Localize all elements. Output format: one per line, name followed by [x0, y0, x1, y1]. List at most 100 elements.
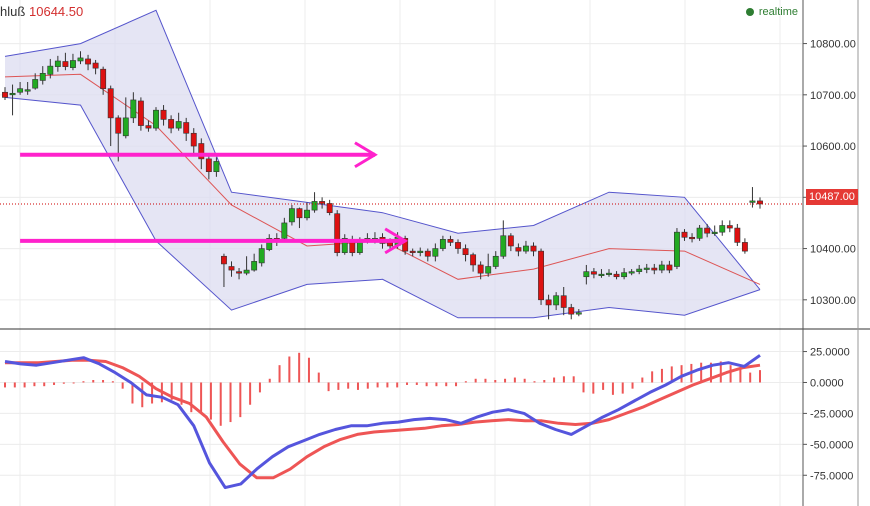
candle-body: [507, 235, 514, 247]
macd-signal-line: [5, 358, 761, 480]
macd-histogram-bar: [415, 382, 418, 385]
candle-body: [621, 272, 628, 278]
macd-histogram-bar: [621, 382, 624, 394]
candle-body: [122, 117, 129, 137]
macd-histogram-bar: [592, 382, 595, 394]
macd-histogram-bar: [111, 381, 114, 383]
macd-histogram-bar: [641, 377, 644, 383]
macd-histogram-bar: [504, 378, 507, 383]
candle-body: [107, 88, 114, 119]
macd-histogram-bar: [72, 382, 75, 384]
candle-body: [236, 271, 242, 274]
macd-histogram-bar: [651, 371, 654, 383]
candle-body: [530, 245, 537, 252]
macd-histogram-bar: [425, 382, 428, 387]
macd-histogram-bar: [190, 382, 193, 413]
macd-histogram-bar: [327, 382, 330, 392]
macd-histogram-bar: [562, 376, 565, 383]
candle-body: [334, 213, 341, 253]
macd-histogram-bar: [386, 382, 389, 388]
candle-body: [704, 227, 711, 234]
candle-body: [32, 79, 39, 89]
macd-histogram-bar: [317, 372, 320, 383]
candle-body: [523, 245, 529, 252]
macd-histogram-bar: [33, 382, 36, 387]
candle-body: [492, 255, 499, 267]
macd-histogram-bar: [474, 378, 477, 383]
price-tick-label: 10800.00: [810, 39, 856, 51]
macd-histogram-bar: [229, 382, 232, 423]
candle-body: [70, 60, 76, 68]
candle-body: [575, 312, 582, 315]
macd-histogram-bar: [278, 365, 281, 383]
macd-histogram-bar: [13, 382, 16, 388]
candle-body: [319, 201, 326, 204]
candle-body: [39, 72, 46, 81]
macd-histogram-bar: [533, 381, 536, 383]
candle-body: [424, 250, 431, 257]
macd-tick-label: -50.0000: [810, 439, 853, 451]
macd-histogram-bar: [102, 380, 105, 383]
candle-body: [296, 208, 303, 219]
macd-histogram-bar: [759, 370, 761, 383]
macd-histogram-bar: [376, 382, 379, 388]
macd-histogram-bar: [298, 352, 301, 383]
macd-histogram-bar: [729, 365, 732, 383]
macd-tick-label: 0.0000: [810, 377, 844, 389]
candle-body: [538, 250, 544, 301]
candle-body: [545, 299, 552, 306]
macd-histogram-bar: [121, 382, 124, 389]
macd-histogram-bar: [62, 382, 65, 384]
realtime-label: realtime: [758, 6, 798, 18]
candle-body: [726, 225, 733, 229]
candle-body: [757, 200, 763, 205]
macd-histogram-bar: [43, 382, 46, 387]
candle-body: [9, 92, 16, 96]
macd-histogram-bar: [347, 382, 350, 389]
macd-histogram-bar: [288, 356, 291, 383]
candle-body: [251, 261, 258, 271]
macd-histogram-bar: [435, 382, 438, 387]
candle-body: [153, 109, 159, 129]
macd-histogram-bar: [366, 382, 369, 389]
candle-body: [485, 266, 492, 274]
candle-body: [281, 222, 288, 239]
candle-body: [205, 158, 212, 172]
chart-stage: 10300.0010400.0010500.0010600.0010700.00…: [0, 0, 870, 506]
realtime-dot-icon: [745, 8, 754, 17]
macd-tick-label: -25.0000: [810, 408, 853, 420]
candle-body: [175, 121, 182, 129]
candle-body: [2, 91, 8, 98]
candle-body: [741, 242, 748, 252]
macd-histogram-bar: [141, 382, 144, 408]
candle-body: [681, 231, 688, 238]
macd-histogram-bar: [523, 378, 526, 383]
price-tick-label: 10400.00: [810, 244, 856, 256]
candle-body: [100, 68, 107, 89]
candle-body: [417, 250, 424, 253]
candle-body: [447, 239, 454, 243]
macd-histogram-bar: [749, 372, 752, 383]
candle-body: [77, 57, 84, 62]
candle-body: [666, 264, 673, 271]
candle-body: [258, 248, 265, 264]
chart-svg: 10300.0010400.0010500.0010600.0010700.00…: [0, 0, 870, 506]
candle-body: [115, 117, 122, 134]
candle-body: [304, 209, 310, 219]
candle-body: [674, 231, 680, 267]
candle-body: [749, 200, 756, 203]
candle-body: [711, 231, 718, 234]
candle-body: [213, 161, 220, 172]
candle-body: [432, 248, 439, 257]
macd-histogram-bar: [337, 382, 340, 390]
candle-body: [568, 307, 575, 315]
candle-body: [560, 295, 567, 308]
macd-histogram-bar: [582, 382, 585, 393]
candle-body: [590, 271, 597, 275]
macd-histogram-bar: [239, 382, 242, 418]
candle-body: [47, 65, 54, 75]
realtime-indicator[interactable]: realtime: [745, 6, 798, 18]
macd-histogram-bar: [268, 378, 271, 383]
macd-histogram-bar: [680, 365, 683, 383]
candle-body: [477, 264, 484, 274]
